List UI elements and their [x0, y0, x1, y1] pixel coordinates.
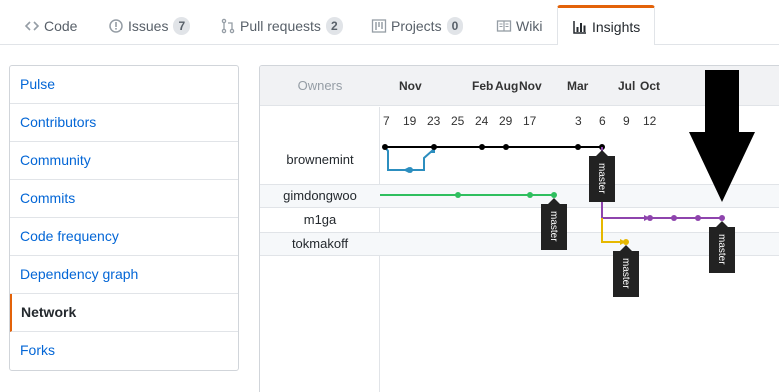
branch-tag-label: master: [548, 211, 559, 242]
sidebar-item-forks[interactable]: Forks: [10, 332, 238, 370]
issue-icon: [108, 18, 124, 34]
repo-nav-tabs: Code Issues 7 Pull requests 2 Projects 0…: [0, 0, 779, 45]
branch-line-tokmakoff: [601, 218, 626, 243]
branch-tag-brownemint[interactable]: master: [589, 150, 615, 202]
tab-pull-requests[interactable]: Pull requests 2: [220, 6, 343, 45]
commit-dot[interactable]: [455, 192, 461, 198]
down-arrow-icon: [689, 70, 755, 202]
commit-dot[interactable]: [719, 215, 725, 221]
tab-label: Issues: [128, 17, 169, 34]
tab-label: Projects: [391, 17, 442, 34]
projects-count: 0: [446, 16, 464, 35]
sidebar-item-commits[interactable]: Commits: [10, 180, 238, 218]
branch-tag-tokmakoff[interactable]: master: [613, 245, 639, 297]
sidebar-item-code-frequency[interactable]: Code frequency: [10, 218, 238, 256]
branch-tag-label: master: [620, 258, 631, 289]
issues-count: 7: [173, 16, 191, 35]
code-icon: [24, 18, 40, 34]
branch-tag-gimdongwoo[interactable]: master: [541, 198, 567, 250]
sidebar-item-dependency-graph[interactable]: Dependency graph: [10, 256, 238, 294]
commit-dot[interactable]: [551, 192, 557, 198]
tab-code[interactable]: Code: [24, 6, 77, 45]
sidebar-item-network[interactable]: Network: [10, 294, 238, 332]
tab-insights[interactable]: Insights: [557, 5, 656, 45]
commit-dot[interactable]: [407, 167, 413, 173]
commit-dot[interactable]: [527, 192, 533, 198]
graph-icon: [572, 19, 588, 35]
commit-dot[interactable]: [382, 144, 388, 150]
commit-dot[interactable]: [671, 215, 677, 221]
project-icon: [371, 18, 387, 34]
commit-dot[interactable]: [479, 144, 485, 150]
commit-dot[interactable]: [503, 144, 509, 150]
insights-sidebar: Pulse Contributors Community Commits Cod…: [9, 65, 239, 371]
commit-dot[interactable]: [575, 144, 581, 150]
sidebar-item-pulse[interactable]: Pulse: [10, 66, 238, 104]
tab-issues[interactable]: Issues 7: [108, 6, 191, 45]
sidebar-item-community[interactable]: Community: [10, 142, 238, 180]
sidebar-item-contributors[interactable]: Contributors: [10, 104, 238, 142]
pull-requests-count: 2: [325, 16, 343, 35]
commit-dot[interactable]: [647, 215, 653, 221]
branch-line-brownemint-fork: [384, 146, 434, 171]
tab-projects[interactable]: Projects 0: [371, 6, 464, 45]
commit-dot[interactable]: [623, 239, 629, 245]
book-icon: [496, 18, 512, 34]
tab-wiki[interactable]: Wiki: [496, 6, 542, 45]
branch-tag-label: master: [716, 234, 727, 265]
tab-label: Pull requests: [240, 17, 321, 34]
commit-dot[interactable]: [431, 144, 437, 150]
tab-label: Code: [44, 17, 78, 34]
branch-tag-label: master: [596, 163, 607, 194]
branch-tag-m1ga[interactable]: master: [709, 221, 735, 273]
pull-request-icon: [220, 18, 236, 34]
tab-label: Insights: [592, 18, 641, 35]
tab-label: Wiki: [516, 17, 543, 34]
commit-dot[interactable]: [695, 215, 701, 221]
